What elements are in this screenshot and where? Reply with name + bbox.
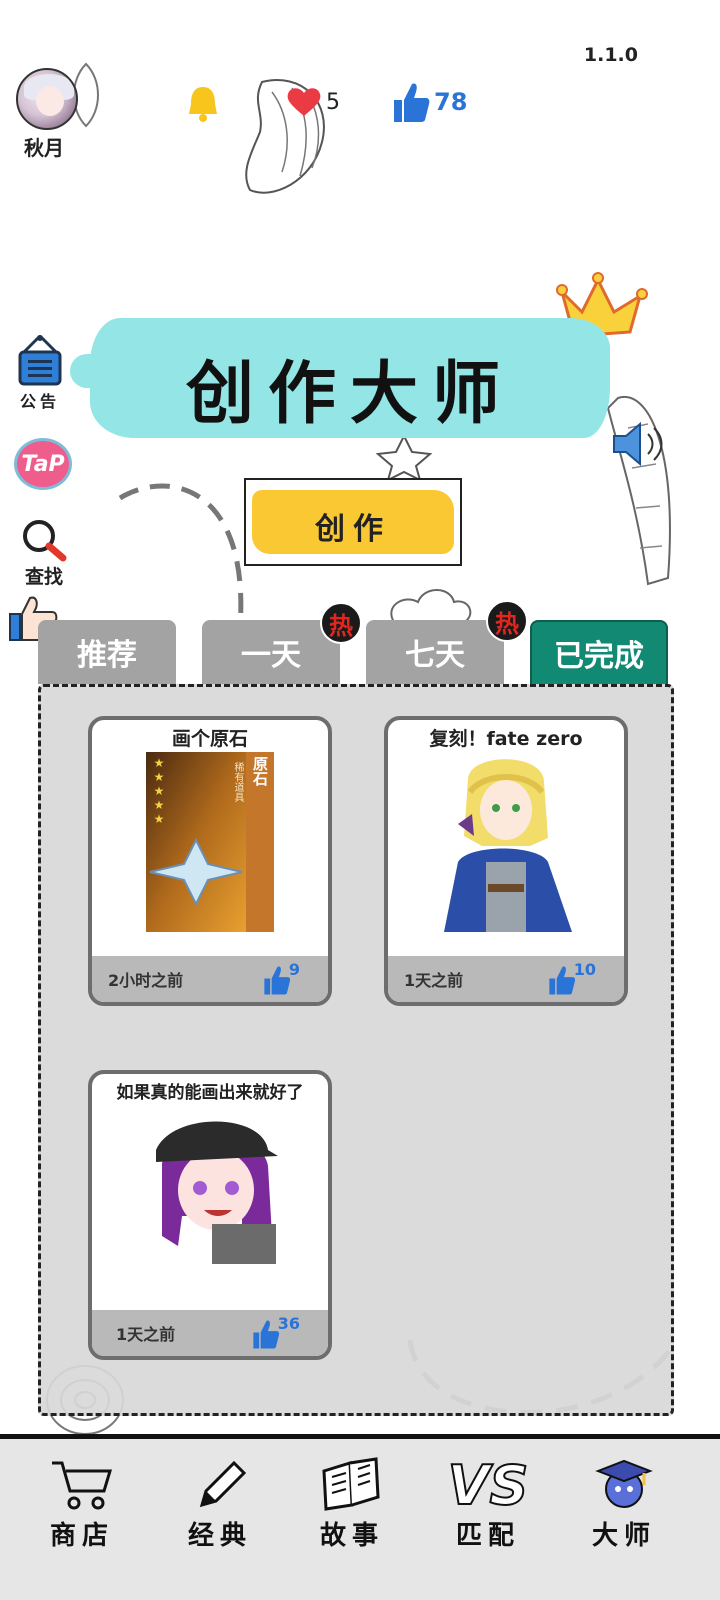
dashed-arc-doodle xyxy=(118,483,244,629)
nav-label: 大师 xyxy=(591,1521,656,1551)
notice-button[interactable]: 公告 xyxy=(12,334,68,412)
hot-badge: 热 xyxy=(320,602,362,644)
user-avatar[interactable] xyxy=(16,68,78,130)
bell-icon xyxy=(189,87,217,122)
nav-shop[interactable]: 商店 xyxy=(22,1457,142,1552)
nav-label: 经典 xyxy=(187,1521,252,1551)
magnifier-icon xyxy=(23,520,67,562)
thumbs-up-icon xyxy=(549,966,575,995)
work-time: 1天之前 xyxy=(116,1325,176,1344)
nav-label: 故事 xyxy=(319,1521,384,1551)
thumbs-up-icon xyxy=(394,83,430,122)
work-title: 复刻！fate zero xyxy=(429,728,583,750)
card-stars: ★★★★★ xyxy=(152,756,166,826)
card-art-sub: 稀有道具 xyxy=(232,762,243,802)
speaker-icon[interactable] xyxy=(610,420,670,468)
tap-label: TaP xyxy=(21,451,65,477)
work-thumbnail[interactable] xyxy=(388,752,624,952)
work-like-count: 36 xyxy=(277,1314,300,1333)
search-button[interactable]: 查找 xyxy=(16,518,72,589)
pencil-icon xyxy=(199,1460,247,1508)
star-doodle xyxy=(375,433,433,482)
tab-recommended[interactable]: 推荐 xyxy=(38,620,176,684)
nav-label: 商店 xyxy=(49,1521,114,1551)
app-title: 创作大师 xyxy=(185,354,514,434)
hearts-counter[interactable]: 5 xyxy=(286,86,340,118)
bottom-nav: 商店 经典 故事 VS 匹配 大师 xyxy=(0,1434,720,1600)
notice-label: 公告 xyxy=(19,392,60,411)
title-banner: 创作大师 xyxy=(70,318,610,438)
heart-icon xyxy=(287,88,321,116)
tap-button[interactable]: TaP xyxy=(14,438,72,490)
tab-one-day[interactable]: 一天 xyxy=(202,620,340,684)
work-thumbnail[interactable] xyxy=(92,1106,328,1306)
nav-master[interactable]: 大师 xyxy=(564,1457,684,1552)
vs-icon: VS xyxy=(447,1454,530,1517)
work-like-button[interactable]: 9 xyxy=(261,960,300,996)
create-button[interactable]: 创作 xyxy=(244,478,462,566)
work-like-count: 9 xyxy=(288,960,300,979)
notification-bell[interactable] xyxy=(186,84,220,124)
work-title: 如果真的能画出来就好了 xyxy=(116,1083,304,1103)
nav-classic[interactable]: 经典 xyxy=(160,1457,280,1552)
work-time: 1天之前 xyxy=(404,971,464,990)
tab-seven-days[interactable]: 七天 xyxy=(366,620,504,684)
thumbs-up-icon xyxy=(253,1320,279,1349)
card-art-label: 原石 xyxy=(251,756,269,786)
likes-count: 78 xyxy=(434,88,468,116)
cart-icon xyxy=(52,1461,113,1510)
nav-label: 匹配 xyxy=(455,1521,520,1551)
work-like-button[interactable]: 10 xyxy=(546,960,596,996)
work-title: 画个原石 xyxy=(171,728,248,750)
hot-badge: 热 xyxy=(486,600,528,642)
work-card[interactable]: 画个原石 ★★★★★ 原石 稀有道具 2小时之前 9 xyxy=(88,716,332,1006)
baguette-doodle xyxy=(606,395,671,586)
hearts-count: 5 xyxy=(326,89,340,115)
notice-board-icon xyxy=(18,334,62,386)
book-icon xyxy=(322,1457,380,1511)
thumbs-up-icon xyxy=(264,966,290,995)
likes-counter[interactable]: 78 xyxy=(390,80,467,124)
tab-completed[interactable]: 已完成 xyxy=(530,620,668,684)
user-name: 秋月 xyxy=(24,136,64,160)
graduation-cap-icon xyxy=(595,1459,653,1508)
search-label: 查找 xyxy=(24,566,63,588)
app-version: 1.1.0 xyxy=(583,44,638,66)
nav-story[interactable]: 故事 xyxy=(292,1457,412,1552)
work-card[interactable]: 如果真的能画出来就好了 1天之前 36 xyxy=(88,1070,332,1360)
work-time: 2小时之前 xyxy=(108,971,184,990)
work-like-count: 10 xyxy=(573,960,596,979)
work-card[interactable]: 复刻！fate zero 1天之前 10 xyxy=(384,716,628,1006)
work-like-button[interactable]: 36 xyxy=(250,1314,300,1350)
work-thumbnail[interactable]: ★★★★★ 原石 稀有道具 xyxy=(92,752,328,952)
nav-match[interactable]: VS 匹配 xyxy=(428,1454,548,1552)
